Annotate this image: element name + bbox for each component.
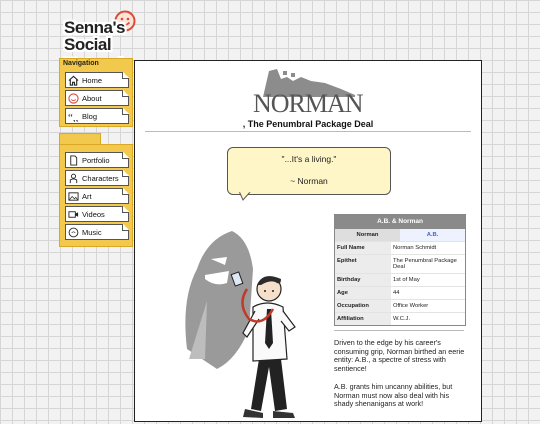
home-icon [68, 75, 79, 86]
nav-item-portfolio[interactable]: Portfolio [65, 152, 129, 168]
secondary-nav-panel: Portfolio Characters Art Videos Music [59, 144, 133, 247]
svg-text:“,,: “,, [68, 112, 79, 122]
quote-bubble: "...It's a living." ~ Norman [227, 147, 391, 195]
navigation-title: Navigation [63, 60, 99, 67]
nav-item-label: Portfolio [82, 155, 110, 165]
infobox-key: Occupation [335, 300, 391, 312]
nav-item-label: Art [82, 191, 92, 201]
infobox-row: Birthday 1st of May [335, 273, 465, 286]
infobox-value: The Penumbral Package Deal [393, 258, 457, 270]
page-fold-icon [122, 206, 129, 213]
nav-item-label: Blog [82, 111, 98, 121]
nav-item-label: Videos [82, 209, 105, 219]
main-content: NORMAN , The Penumbral Package Deal "...… [134, 60, 482, 422]
infobox-key: Full Name [335, 242, 391, 254]
character-illustration [185, 231, 296, 418]
image-icon [68, 191, 79, 201]
nav-item-about[interactable]: About [65, 90, 129, 106]
nav-item-label: Characters [82, 173, 119, 183]
page-fold-icon [122, 72, 129, 79]
page-subtitle: , The Penumbral Package Deal [242, 119, 374, 129]
bio-divider [334, 330, 464, 331]
infobox-row: Occupation Office Worker [335, 299, 465, 312]
nav-item-label: Music [82, 227, 102, 237]
panel-footer [60, 242, 132, 246]
infobox-row: Affiliation W.C.J. [335, 312, 465, 325]
page-fold-icon [122, 224, 129, 231]
quote-attribution: ~ Norman [290, 176, 328, 186]
infobox-row: Age 44 [335, 286, 465, 299]
music-icon [68, 227, 79, 237]
infobox-value: Norman Schmidt [393, 245, 437, 251]
bubble-tail [239, 191, 251, 201]
infobox-row: Full Name Norman Schmidt [335, 241, 465, 254]
person-icon [69, 173, 78, 183]
tab-ab[interactable]: A.B. [400, 229, 465, 241]
page-fold-icon [122, 188, 129, 195]
infobox-title: A.B. & Norman [335, 215, 465, 229]
infobox-tabs: Norman A.B. [335, 229, 465, 241]
infobox-value: Office Worker [393, 303, 429, 309]
nav-item-music[interactable]: Music [65, 224, 129, 240]
character-infobox: A.B. & Norman Norman A.B. Full Name Norm… [334, 214, 466, 326]
quote-text: "...It's a living." [281, 154, 337, 164]
title-divider [145, 131, 471, 132]
page-title: NORMAN [253, 89, 364, 118]
infobox-value: W.C.J. [393, 316, 411, 322]
tab-norman[interactable]: Norman [335, 229, 400, 241]
document-icon [70, 154, 78, 166]
panel-spacer [60, 145, 132, 151]
infobox-key: Age [335, 287, 391, 299]
page-fold-icon [122, 108, 129, 115]
infobox-value: 44 [393, 290, 400, 296]
infobox-key: Birthday [335, 274, 391, 286]
nav-item-art[interactable]: Art [65, 188, 129, 204]
infobox-key: Epithet [335, 255, 391, 273]
nav-item-blog[interactable]: “,, Blog [65, 108, 129, 124]
infobox-key: Affiliation [335, 313, 391, 325]
site-logo[interactable]: Senna's Social Network [62, 10, 177, 74]
nav-item-characters[interactable]: Characters [65, 170, 129, 186]
title-banner: NORMAN , The Penumbral Package Deal [135, 67, 481, 129]
infobox-row: Epithet The Penumbral Package Deal [335, 254, 465, 273]
page-fold-icon [122, 152, 129, 159]
smiley-icon [68, 92, 79, 104]
infobox-value: 1st of May [393, 277, 420, 283]
nav-item-label: About [82, 93, 102, 103]
nav-item-home[interactable]: Home [65, 72, 129, 88]
page-fold-icon [122, 170, 129, 177]
page-fold-icon [122, 90, 129, 97]
camera-icon [68, 210, 79, 218]
nav-item-label: Home [82, 75, 103, 85]
navigation-panel: Navigation Home About “,, Blog [59, 58, 133, 127]
nav-item-videos[interactable]: Videos [65, 206, 129, 222]
quote-icon: “,, [68, 112, 79, 122]
bio-paragraph: Driven to the edge by his career's consu… [334, 338, 465, 373]
